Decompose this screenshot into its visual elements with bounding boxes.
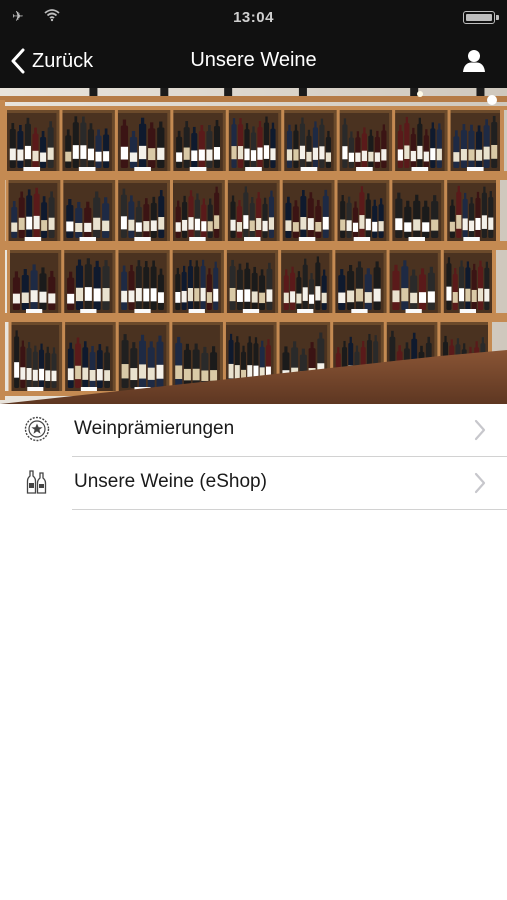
menu-list: Weinprämierungen Unsere Weine (eShop) <box>0 404 507 510</box>
divider <box>72 508 507 510</box>
wine-bottles-icon <box>26 470 47 494</box>
battery-icon <box>463 11 499 24</box>
menu-item-label: Unsere Weine (eShop) <box>74 471 267 492</box>
user-icon[interactable] <box>461 48 487 74</box>
page-title: Unsere Weine <box>190 49 317 71</box>
award-medal-icon <box>24 416 50 442</box>
menu-item-unsere-weine-eshop[interactable]: Unsere Weine (eShop) <box>0 457 507 510</box>
menu-item-label: Weinprämierungen <box>74 418 235 439</box>
wine-shelf-image <box>0 88 507 404</box>
status-bar: ✈ 13:04 <box>0 0 507 34</box>
status-time: 13:04 <box>233 9 274 26</box>
navigation-bar: Zurück Unsere Weine <box>0 34 507 88</box>
chevron-right-icon <box>474 472 486 494</box>
hero-image <box>0 88 507 404</box>
menu-item-weinpraemierungen[interactable]: Weinprämierungen <box>0 404 507 457</box>
chevron-right-icon <box>474 419 486 441</box>
